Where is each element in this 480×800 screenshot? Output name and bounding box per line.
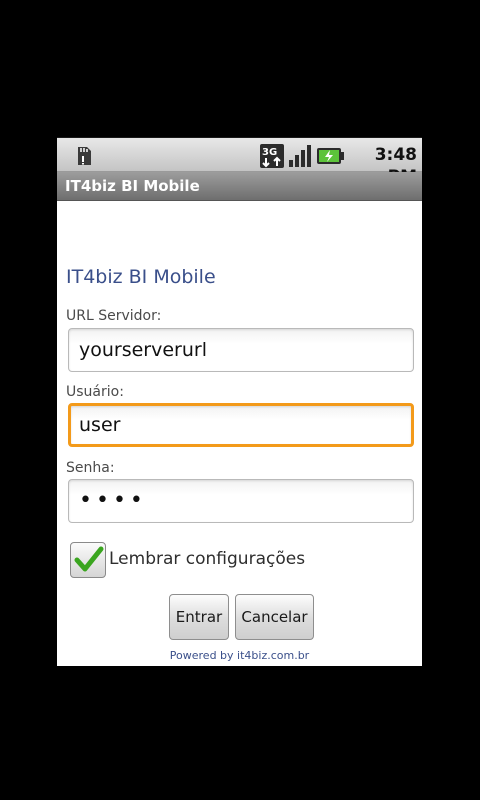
password-input[interactable]: ••••: [68, 479, 414, 523]
checkmark-icon: [74, 546, 104, 572]
powered-by-footer: Powered by it4biz.com.br: [169, 649, 310, 662]
status-bar: 3G 3:48 PM: [57, 138, 422, 187]
signal-icon: [289, 145, 311, 167]
server-url-input[interactable]: yourserverurl: [68, 328, 414, 372]
title-bar: IT4biz BI Mobile: [57, 172, 422, 201]
status-clock: 3:48 PM: [374, 145, 417, 187]
remember-settings-label[interactable]: Lembrar configurações: [109, 548, 305, 570]
network-label: 3G: [262, 147, 277, 158]
app-heading: IT4biz BI Mobile: [66, 266, 216, 288]
cancel-button[interactable]: Cancelar: [235, 594, 314, 640]
phone-screen: 3G 3:48 PM IT4biz BI Mobile IT4biz BI Mo…: [57, 137, 422, 666]
username-label: Usuário:: [66, 384, 124, 400]
password-label: Senha:: [66, 460, 115, 476]
sd-card-icon: [78, 147, 91, 165]
remember-settings-checkbox[interactable]: [70, 542, 106, 578]
server-url-label: URL Servidor:: [66, 308, 162, 324]
battery-charging-icon: [317, 148, 344, 164]
window-title: IT4biz BI Mobile: [65, 177, 200, 195]
enter-button[interactable]: Entrar: [169, 594, 229, 640]
username-input[interactable]: user: [68, 403, 414, 447]
3g-icon: 3G: [260, 144, 284, 168]
